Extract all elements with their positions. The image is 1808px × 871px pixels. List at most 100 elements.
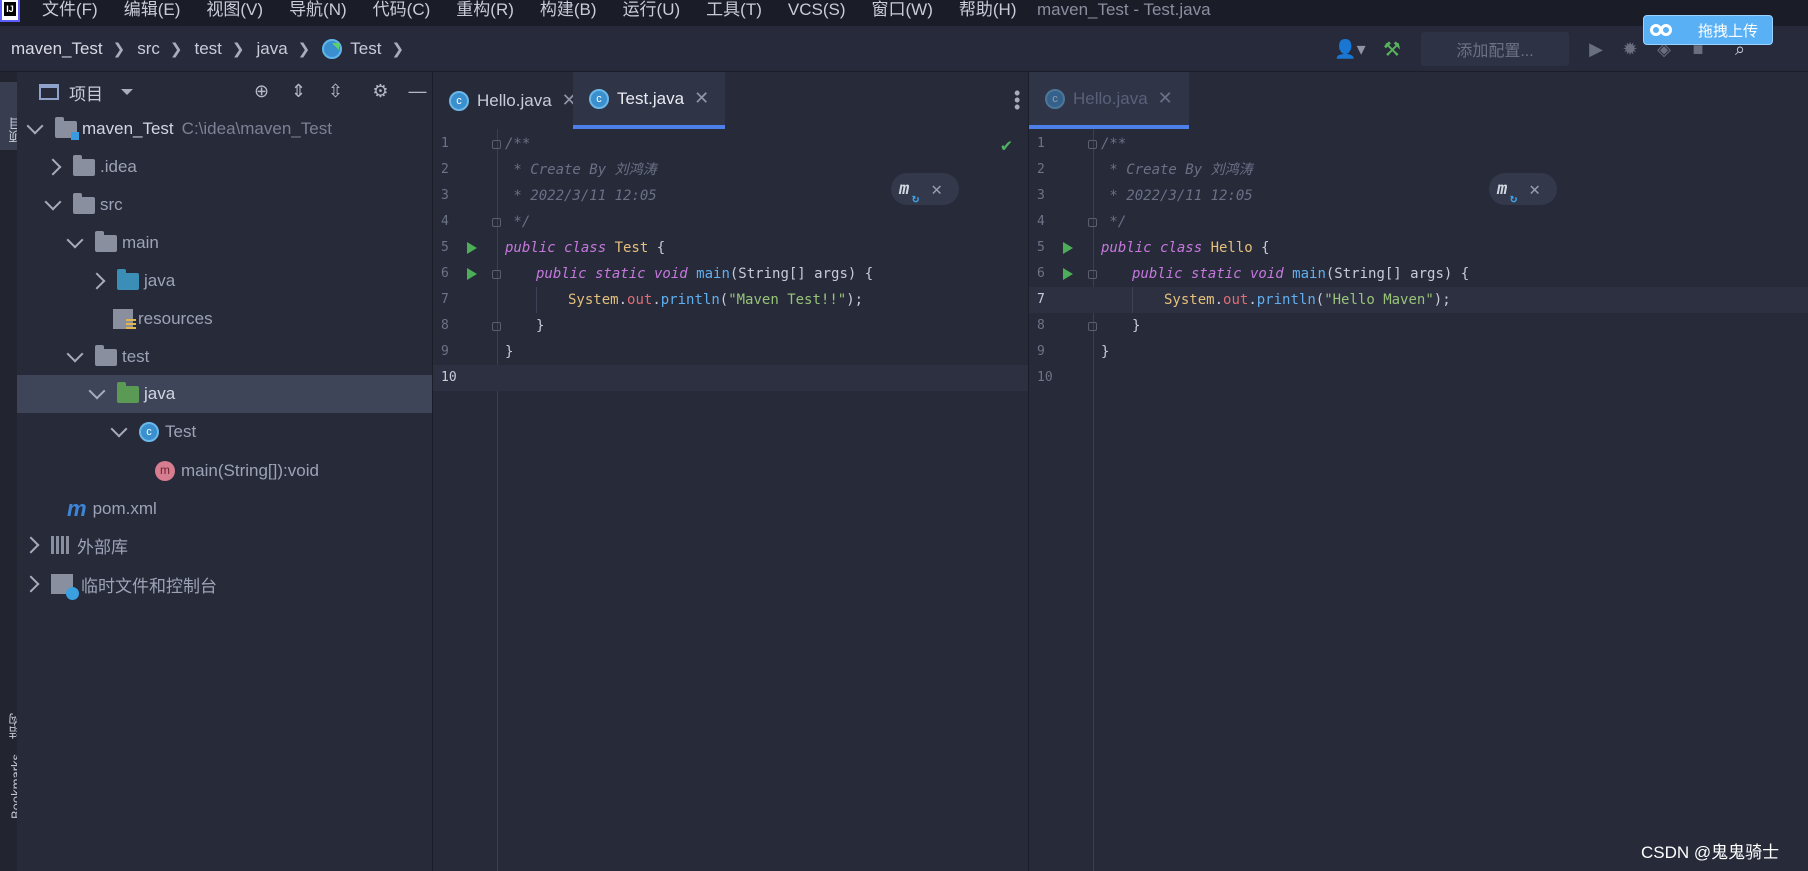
breadcrumb-item[interactable]: maven_Test ❯ xyxy=(11,39,125,59)
tree-node-main-method[interactable]: m main(String[]):void xyxy=(17,452,432,490)
tree-node-resources[interactable]: resources xyxy=(17,300,432,338)
menu-code[interactable]: 代码(C) xyxy=(373,0,431,22)
code-line: 3 * 2022/3/11 12:05 xyxy=(1037,188,1253,204)
fold-icon[interactable] xyxy=(492,270,501,279)
code-line: 7 System.out.println("Maven Test!!"); xyxy=(433,287,1028,313)
project-panel-header: 项目 ⊕ ⇕ ⇳ ⚙ — xyxy=(17,72,432,112)
fold-icon[interactable] xyxy=(492,140,501,149)
fold-icon[interactable] xyxy=(1088,322,1097,331)
menu-help[interactable]: 帮助(H) xyxy=(959,0,1017,22)
chevron-down-icon xyxy=(121,89,133,101)
run-gutter-icon[interactable] xyxy=(1063,268,1073,280)
chevron-right-icon: ❯ xyxy=(231,41,245,58)
project-panel-tools: ⊕ ⇕ ⇳ ⚙ — xyxy=(243,76,436,106)
code-area[interactable]: ✔ m ✕ 1/** 2 * Create By 刘鸿涛 3 * 2022/3/… xyxy=(433,129,1028,871)
chevron-down-icon xyxy=(44,193,62,211)
menu-build[interactable]: 构建(B) xyxy=(540,0,597,22)
run-icon[interactable]: ▶ xyxy=(1579,34,1613,64)
user-icon[interactable]: 👤▾ xyxy=(1325,34,1375,64)
code-line: 1/** xyxy=(1037,136,1127,152)
library-icon xyxy=(51,536,71,554)
chevron-right-icon xyxy=(22,575,40,593)
fold-icon[interactable] xyxy=(1088,270,1097,279)
editor-tab-bar: c Hello.java ✕ c Test.java ✕ • • • xyxy=(433,72,1028,129)
menu-bar: IJ 文件(F) 编辑(E) 视图(V) 导航(N) 代码(C) 重构(R) 构… xyxy=(0,0,1808,26)
menu-run[interactable]: 运行(U) xyxy=(623,0,681,22)
close-icon[interactable]: ✕ xyxy=(694,88,709,109)
code-line: 8} xyxy=(441,318,545,334)
menu-edit[interactable]: 编辑(E) xyxy=(124,0,181,22)
collapse-all-icon[interactable]: ⇳ xyxy=(317,76,354,106)
code-line: 6 public static void main(String[] args) … xyxy=(441,266,874,282)
expand-all-icon[interactable]: ⇕ xyxy=(280,76,317,106)
test-folder-icon xyxy=(117,381,139,403)
menu-vcs[interactable]: VCS(S) xyxy=(788,0,846,22)
tree-node-main-java[interactable]: java xyxy=(17,262,432,300)
menu-file[interactable]: 文件(F) xyxy=(42,0,98,22)
left-tool-strip: 项目 结构 Bookmarks xyxy=(0,72,24,871)
project-panel: 项目 ⊕ ⇕ ⇳ ⚙ — maven_Test C:\idea\maven_Te… xyxy=(17,72,432,871)
breadcrumb-item[interactable]: Test ❯ xyxy=(322,39,404,59)
chevron-down-icon xyxy=(66,231,84,249)
tree-node-idea[interactable]: .idea xyxy=(17,148,432,186)
chevron-right-icon: ❯ xyxy=(169,41,183,58)
folder-icon xyxy=(73,192,95,214)
menu-window[interactable]: 窗口(W) xyxy=(872,0,933,22)
tab-hello-java[interactable]: c Hello.java ✕ xyxy=(1029,72,1189,129)
tree-node-main[interactable]: main xyxy=(17,224,432,262)
code-area[interactable]: m ✕ 1/** 2 * Create By 刘鸿涛 3 * 2022/3/11… xyxy=(1029,129,1808,871)
upload-button[interactable]: 拖拽上传 xyxy=(1643,15,1773,45)
more-options-icon[interactable]: • • • xyxy=(1014,84,1020,116)
menu-navigate[interactable]: 导航(N) xyxy=(289,0,347,22)
project-view-selector[interactable]: 项目 xyxy=(39,80,133,105)
menu-refactor[interactable]: 重构(R) xyxy=(456,0,514,22)
tree-node-src[interactable]: src xyxy=(17,186,432,224)
code-line: 8} xyxy=(1037,318,1141,334)
java-class-icon: c xyxy=(1045,88,1065,109)
chevron-down-icon xyxy=(26,117,44,135)
close-icon[interactable]: ✕ xyxy=(1158,88,1173,109)
tree-node-pom[interactable]: m pom.xml xyxy=(17,490,432,528)
chevron-right-icon: ❯ xyxy=(391,41,405,58)
menu-view[interactable]: 视图(V) xyxy=(206,0,263,22)
gear-icon[interactable]: ⚙ xyxy=(362,76,399,106)
fold-icon[interactable] xyxy=(492,218,501,227)
tree-node-external-libraries[interactable]: 外部库 xyxy=(17,526,432,564)
tree-node-maven-test[interactable]: maven_Test C:\idea\maven_Test xyxy=(17,110,432,148)
code-line: 2 * Create By 刘鸿涛 xyxy=(1037,162,1253,178)
code-line: 9} xyxy=(441,344,514,360)
breadcrumb-item[interactable]: test ❯ xyxy=(195,39,245,59)
breadcrumb-item[interactable]: src ❯ xyxy=(137,39,182,59)
code-line: 1/** xyxy=(441,136,531,152)
chevron-down-icon xyxy=(66,345,84,363)
tree-node-scratches[interactable]: 临时文件和控制台 xyxy=(17,565,432,603)
menu-tools[interactable]: 工具(T) xyxy=(706,0,762,22)
code-line-current: 7 System.out.println("Hello Maven"); xyxy=(1029,287,1808,313)
java-class-icon: c xyxy=(449,90,469,111)
code-line: 9} xyxy=(1037,344,1110,360)
minimize-icon[interactable]: — xyxy=(399,76,436,106)
breadcrumb-item[interactable]: java ❯ xyxy=(256,39,310,59)
code-line: 10 xyxy=(1037,370,1053,385)
run-gutter-icon[interactable] xyxy=(467,268,477,280)
code-line: 2 * Create By 刘鸿涛 xyxy=(441,162,657,178)
run-config-dropdown[interactable]: 添加配置... xyxy=(1421,32,1569,66)
chevron-down-icon xyxy=(88,382,106,400)
fold-icon[interactable] xyxy=(1088,218,1097,227)
run-gutter-icon[interactable] xyxy=(467,242,477,254)
tab-test-java[interactable]: c Test.java ✕ xyxy=(573,72,726,129)
locate-target-icon[interactable]: ⊕ xyxy=(243,76,280,106)
run-gutter-icon[interactable] xyxy=(1063,242,1073,254)
ide-window: IJ 文件(F) 编辑(E) 视图(V) 导航(N) 代码(C) 重构(R) 构… xyxy=(0,0,1808,871)
build-hammer-icon[interactable]: ⚒ xyxy=(1375,34,1409,64)
editor-left: c Hello.java ✕ c Test.java ✕ ••• ✔ m ✕ 1… xyxy=(432,72,1028,871)
fold-icon[interactable] xyxy=(1088,140,1097,149)
code-line: 3 * 2022/3/11 12:05 xyxy=(441,188,657,204)
tree-node-test-class[interactable]: c Test xyxy=(17,413,432,451)
fold-icon[interactable] xyxy=(492,322,501,331)
method-icon: m xyxy=(155,461,175,481)
debug-bug-icon[interactable]: ✹ xyxy=(1613,34,1647,64)
tree-node-test[interactable]: test xyxy=(17,338,432,376)
tree-node-test-java[interactable]: java xyxy=(17,375,432,413)
tab-hello-java[interactable]: c Hello.java ✕ xyxy=(433,72,593,129)
